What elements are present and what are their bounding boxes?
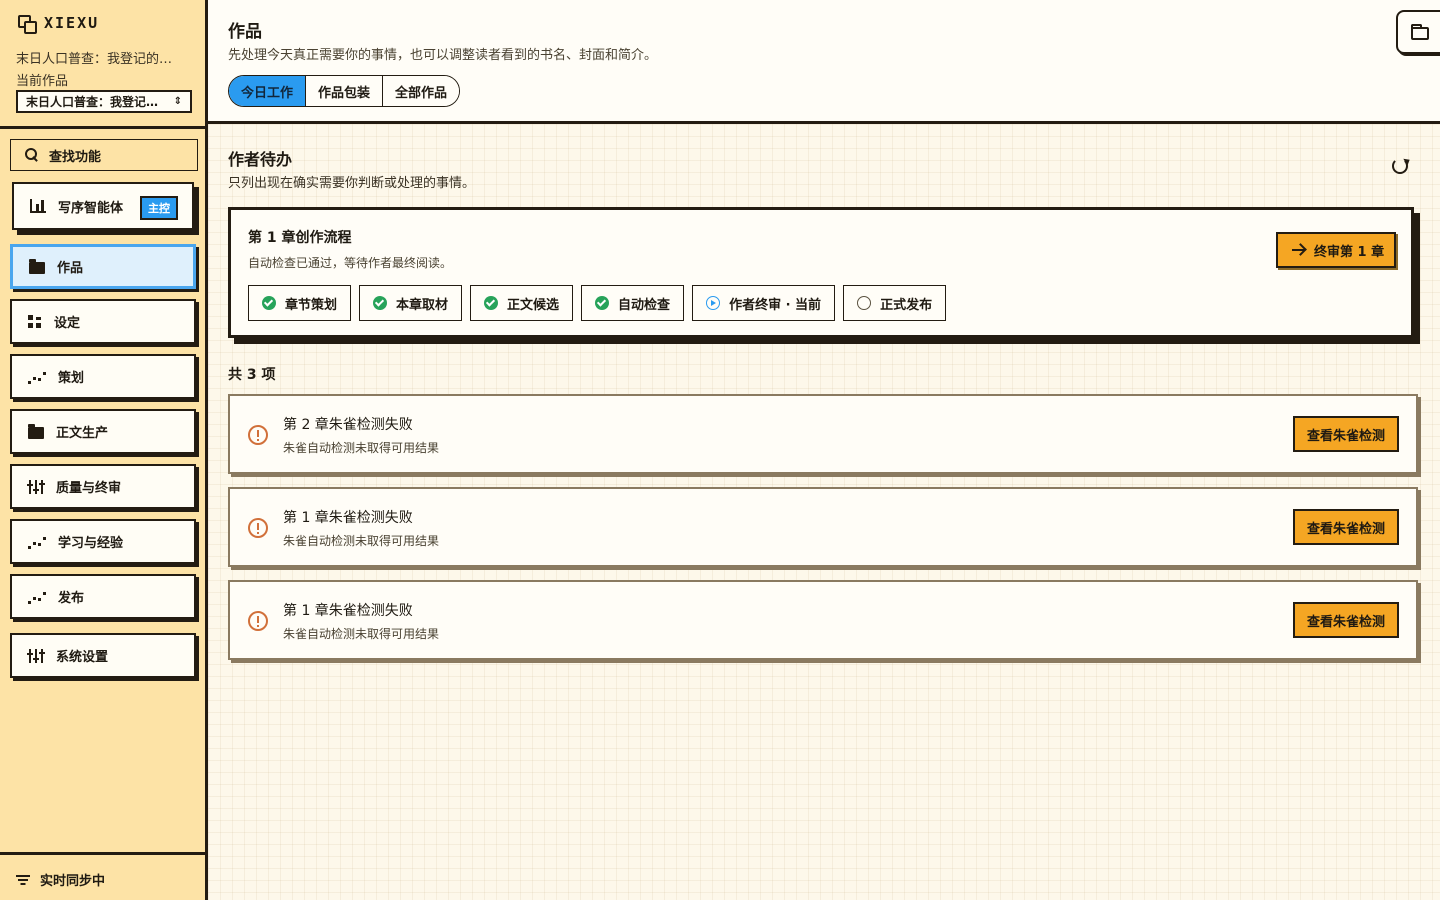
sidebar-item-works[interactable]: 作品: [10, 244, 196, 289]
task-title: 第 2 章朱雀检测失败: [283, 417, 413, 433]
book-select[interactable]: 末日人口普查：我登记… ⇕: [16, 90, 192, 113]
search-icon: [25, 148, 39, 162]
flow-title: 第 1 章创作流程: [248, 230, 352, 246]
sliders-icon: [27, 479, 45, 494]
view-detection-button[interactable]: 查看朱雀检测: [1293, 509, 1399, 545]
feature-search-label: 查找功能: [49, 149, 102, 165]
flow-step-label: 章节策划: [285, 297, 338, 313]
filter-icon: [16, 874, 30, 885]
warning-icon: [248, 611, 268, 631]
flow-subtitle: 自动检查已通过，等待作者最终阅读。: [248, 256, 453, 270]
task-subtitle: 朱雀自动检测未取得可用结果: [283, 627, 440, 641]
sidebar-item-label: 发布: [58, 591, 85, 606]
flow-step[interactable]: 正式发布: [843, 285, 947, 321]
sidebar-item-production[interactable]: 正文生产: [10, 409, 196, 454]
current-book-title: 末日人口普查：我登记的…: [16, 52, 173, 67]
open-folder-button[interactable]: [1396, 10, 1440, 54]
chapter-flow-card: 第 1 章创作流程 自动检查已通过，等待作者最终阅读。 终审第 1 章 章节策划…: [228, 207, 1414, 338]
tab-today-work[interactable]: 今日工作: [229, 76, 307, 106]
sidebar-item-planning[interactable]: 策划: [10, 354, 196, 399]
current-book-label: 当前作品: [16, 74, 69, 89]
sync-status-label: 实时同步中: [40, 874, 106, 889]
sidebar: XIEXU 末日人口普查：我登记的… 当前作品 末日人口普查：我登记… ⇕ 查找…: [0, 0, 208, 900]
task-count: 共 3 项: [228, 367, 276, 383]
page-header: 作品 先处理今天真正需要你的事情，也可以调整读者看到的书名、封面和简介。 今日工…: [208, 0, 1440, 124]
sidebar-item-quality[interactable]: 质量与终审: [10, 464, 196, 509]
warning-icon: [248, 425, 268, 445]
main-content: 作者待办 只列出现在确实需要你判断或处理的事情。 第 1 章创作流程 自动检查已…: [208, 124, 1440, 900]
arrow-right-icon: [1292, 249, 1304, 251]
sidebar-item-label: 设定: [54, 316, 81, 331]
sidebar-item-label: 质量与终审: [56, 481, 122, 496]
task-card: 第 2 章朱雀检测失败 朱雀自动检测未取得可用结果 查看朱雀检测: [228, 394, 1418, 474]
final-review-label: 终审第 1 章: [1314, 244, 1385, 260]
sidebar-item-learning[interactable]: 学习与经验: [10, 519, 196, 564]
view-detection-button[interactable]: 查看朱雀检测: [1293, 416, 1399, 452]
tab-work-packaging[interactable]: 作品包装: [306, 76, 384, 106]
trend-icon: [28, 535, 46, 549]
tab-all-works[interactable]: 全部作品: [383, 76, 460, 106]
grid-icon: [28, 314, 42, 329]
sidebar-item-agent[interactable]: 写序智能体 主控: [12, 182, 194, 230]
flow-step-label: 正文候选: [507, 297, 560, 313]
check-circle-icon: [484, 296, 499, 310]
flow-step[interactable]: 正文候选: [470, 285, 574, 321]
todo-subtitle: 只列出现在确实需要你判断或处理的事情。: [228, 176, 476, 191]
task-subtitle: 朱雀自动检测未取得可用结果: [283, 534, 440, 548]
tab-group: 今日工作 作品包装 全部作品: [228, 75, 461, 107]
brand: XIEXU: [18, 14, 100, 34]
flow-step[interactable]: 本章取材: [359, 285, 463, 321]
flow-step-current[interactable]: 作者终审 · 当前: [692, 285, 836, 321]
check-circle-icon: [262, 296, 276, 310]
task-title: 第 1 章朱雀检测失败: [283, 603, 413, 619]
sidebar-item-system-settings[interactable]: 系统设置: [10, 633, 196, 678]
sidebar-bottom-divider: [0, 852, 205, 855]
task-card: 第 1 章朱雀检测失败 朱雀自动检测未取得可用结果 查看朱雀检测: [228, 580, 1418, 660]
logo-icon: [18, 15, 37, 34]
sidebar-item-label: 学习与经验: [58, 536, 124, 551]
view-detection-button[interactable]: 查看朱雀检测: [1293, 602, 1399, 638]
empty-circle-icon: [857, 296, 872, 310]
todo-title: 作者待办: [228, 150, 293, 169]
sidebar-item-settings-world[interactable]: 设定: [10, 299, 196, 344]
brand-name: XIEXU: [44, 14, 100, 32]
check-circle-icon: [595, 296, 610, 310]
sliders-icon: [27, 648, 45, 663]
sidebar-item-label: 正文生产: [56, 426, 109, 441]
flow-steps: 章节策划 本章取材 正文候选 自动检查 作者终审 · 当前 正式发布: [248, 285, 947, 321]
task-title: 第 1 章朱雀检测失败: [283, 510, 413, 526]
flow-step-label: 正式发布: [880, 297, 933, 313]
page-subtitle: 先处理今天真正需要你的事情，也可以调整读者看到的书名、封面和简介。: [228, 48, 658, 63]
flow-step-label: 本章取材: [396, 297, 449, 313]
play-circle-icon: [706, 296, 721, 310]
folder-outline-icon: [1411, 24, 1429, 40]
sidebar-item-label: 系统设置: [56, 650, 109, 665]
feature-search-button[interactable]: 查找功能: [10, 139, 198, 171]
bar-chart-icon: [30, 199, 46, 213]
trend-icon: [28, 590, 46, 604]
refresh-icon[interactable]: [1392, 158, 1408, 174]
flow-step[interactable]: 自动检查: [581, 285, 685, 321]
flow-step-label: 作者终审 · 当前: [729, 297, 822, 313]
folder-icon: [29, 258, 45, 274]
flow-step[interactable]: 章节策划: [248, 285, 352, 321]
trend-icon: [28, 370, 46, 384]
final-review-button[interactable]: 终审第 1 章: [1276, 232, 1396, 268]
flow-step-label: 自动检查: [618, 297, 671, 313]
page-title: 作品: [228, 22, 262, 42]
updown-caret-icon: ⇕: [173, 95, 182, 107]
task-subtitle: 朱雀自动检测未取得可用结果: [283, 441, 440, 455]
primary-badge: 主控: [140, 196, 178, 220]
warning-icon: [248, 518, 268, 538]
sidebar-item-publish[interactable]: 发布: [10, 574, 196, 619]
sidebar-divider: [0, 126, 205, 129]
sidebar-item-label: 作品: [57, 261, 84, 276]
check-circle-icon: [373, 296, 388, 310]
book-select-value: 末日人口普查：我登记…: [26, 95, 159, 109]
sidebar-item-label: 策划: [58, 371, 85, 386]
task-card: 第 1 章朱雀检测失败 朱雀自动检测未取得可用结果 查看朱雀检测: [228, 487, 1418, 567]
sync-status[interactable]: 实时同步中: [16, 870, 105, 889]
folder-icon: [28, 423, 44, 439]
sidebar-item-label: 写序智能体: [58, 200, 124, 216]
